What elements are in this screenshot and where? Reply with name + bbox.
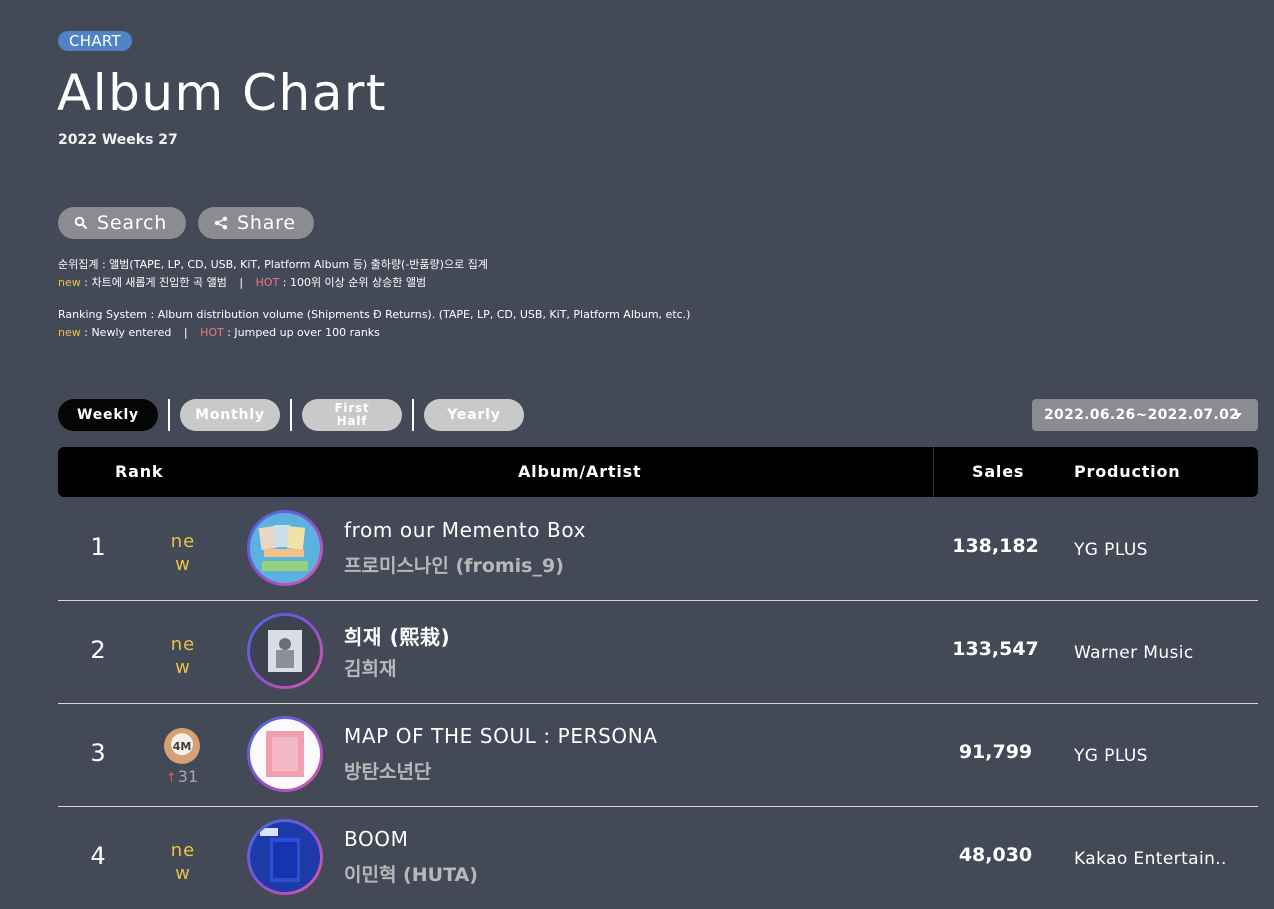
album-title[interactable]: 희재 (熙栽) [344,621,450,650]
certification-label: 4M [172,739,192,753]
table-row[interactable]: 2 new 희재 (熙栽) 김희재 133,547 Warner Music [58,600,1258,704]
ranking-system-ko: 순위집계 : 앨범(TAPE, LP, CD, USB, KiT, Platfo… [58,258,488,271]
album-title[interactable]: BOOM [344,827,409,851]
album-art-image [250,719,320,789]
chart-week: 2022 Weeks 27 [58,132,178,148]
page-title: Album Chart [57,64,388,122]
legend-en: new : Newly entered | HOT : Jumped up ov… [58,326,380,339]
share-icon [214,216,228,230]
album-art-image [250,616,320,686]
search-button[interactable]: Search [58,207,186,239]
table-row[interactable]: 1 new from our Memento Box 프로미스나인 (fromi… [58,497,1258,601]
search-button-label: Search [97,212,168,234]
column-divider [933,447,934,497]
rank-number: 2 [90,636,106,664]
date-range-select[interactable]: 2022.06.26~2022.07.02 [1032,399,1258,431]
tab-monthly[interactable]: Monthly [180,399,280,431]
album-cover[interactable] [247,613,323,689]
hot-tag: HOT [255,276,280,289]
search-icon [74,216,88,230]
tab-first-half[interactable]: First Half [302,399,402,431]
production-company: YG PLUS [1074,540,1148,560]
tab-first-half-line2: Half [336,414,368,428]
share-button[interactable]: Share [198,207,314,239]
tab-divider [412,399,414,431]
new-tag: new [58,326,81,339]
separator: | [183,326,188,339]
rank-change-value: 31 [177,767,199,786]
album-cover[interactable] [247,716,323,792]
new-desc: : 차트에 새롭게 진입한 곡 앨범 [80,276,227,289]
tab-yearly[interactable]: Yearly [424,399,524,431]
album-art-image [250,513,320,583]
sales-value: 48,030 [958,844,1033,866]
separator: | [239,276,244,289]
new-tag: new [58,276,81,289]
sales-value: 91,799 [958,741,1033,763]
share-button-label: Share [237,212,296,234]
column-rank: Rank [115,462,164,481]
new-badge: new [170,840,196,884]
hot-desc: : Jumped up over 100 ranks [223,326,380,339]
up-arrow-icon: ↑ [165,771,177,786]
legend-ko: new : 차트에 새롭게 진입한 곡 앨범 | HOT : 100위 이상 순… [58,274,426,290]
production-company: Warner Music [1074,643,1194,663]
album-cover[interactable] [247,510,323,586]
tab-weekly[interactable]: Weekly [58,399,158,431]
hot-tag: HOT [200,326,224,339]
artist-name[interactable]: 이민혁 (HUTA) [344,860,478,887]
album-title[interactable]: MAP OF THE SOUL : PERSONA [344,724,658,748]
table-header: Rank Album/Artist Sales Production [58,447,1258,497]
new-badge: new [170,531,196,575]
certification-medal: 4M [164,728,200,764]
column-sales: Sales [972,462,1025,481]
tab-divider [290,399,292,431]
artist-name[interactable]: 프로미스나인 (fromis_9) [344,551,564,578]
new-badge: new [170,634,196,678]
album-art-image [250,822,320,892]
tab-divider [168,399,170,431]
rank-number: 4 [90,842,106,870]
table-row[interactable]: 3 4M ↑31 MAP OF THE SOUL : PERSONA 방탄소년단… [58,703,1258,807]
date-range-value: 2022.06.26~2022.07.02 [1044,407,1240,423]
rank-change: ↑31 [164,767,200,786]
album-title[interactable]: from our Memento Box [344,518,586,542]
rank-number: 3 [90,739,106,767]
new-desc: : Newly entered [80,326,172,339]
hot-desc: : 100위 이상 순위 상승한 앨범 [279,276,427,289]
rank-number: 1 [90,533,106,561]
table-row[interactable]: 4 new BOOM 이민혁 (HUTA) 48,030 Kakao Enter… [58,806,1258,909]
chevron-down-icon [1234,413,1242,418]
artist-name[interactable]: 김희재 [344,654,396,681]
production-company: YG PLUS [1074,746,1148,766]
ranking-system-en: Ranking System : Album distribution volu… [58,308,691,321]
artist-name[interactable]: 방탄소년단 [344,757,431,784]
sales-value: 133,547 [952,638,1039,660]
column-album-artist: Album/Artist [518,462,642,481]
sales-value: 138,182 [952,535,1039,557]
chart-badge: CHART [58,31,133,51]
production-company: Kakao Entertain.. [1074,849,1227,869]
column-production: Production [1074,462,1181,481]
album-cover[interactable] [247,819,323,895]
